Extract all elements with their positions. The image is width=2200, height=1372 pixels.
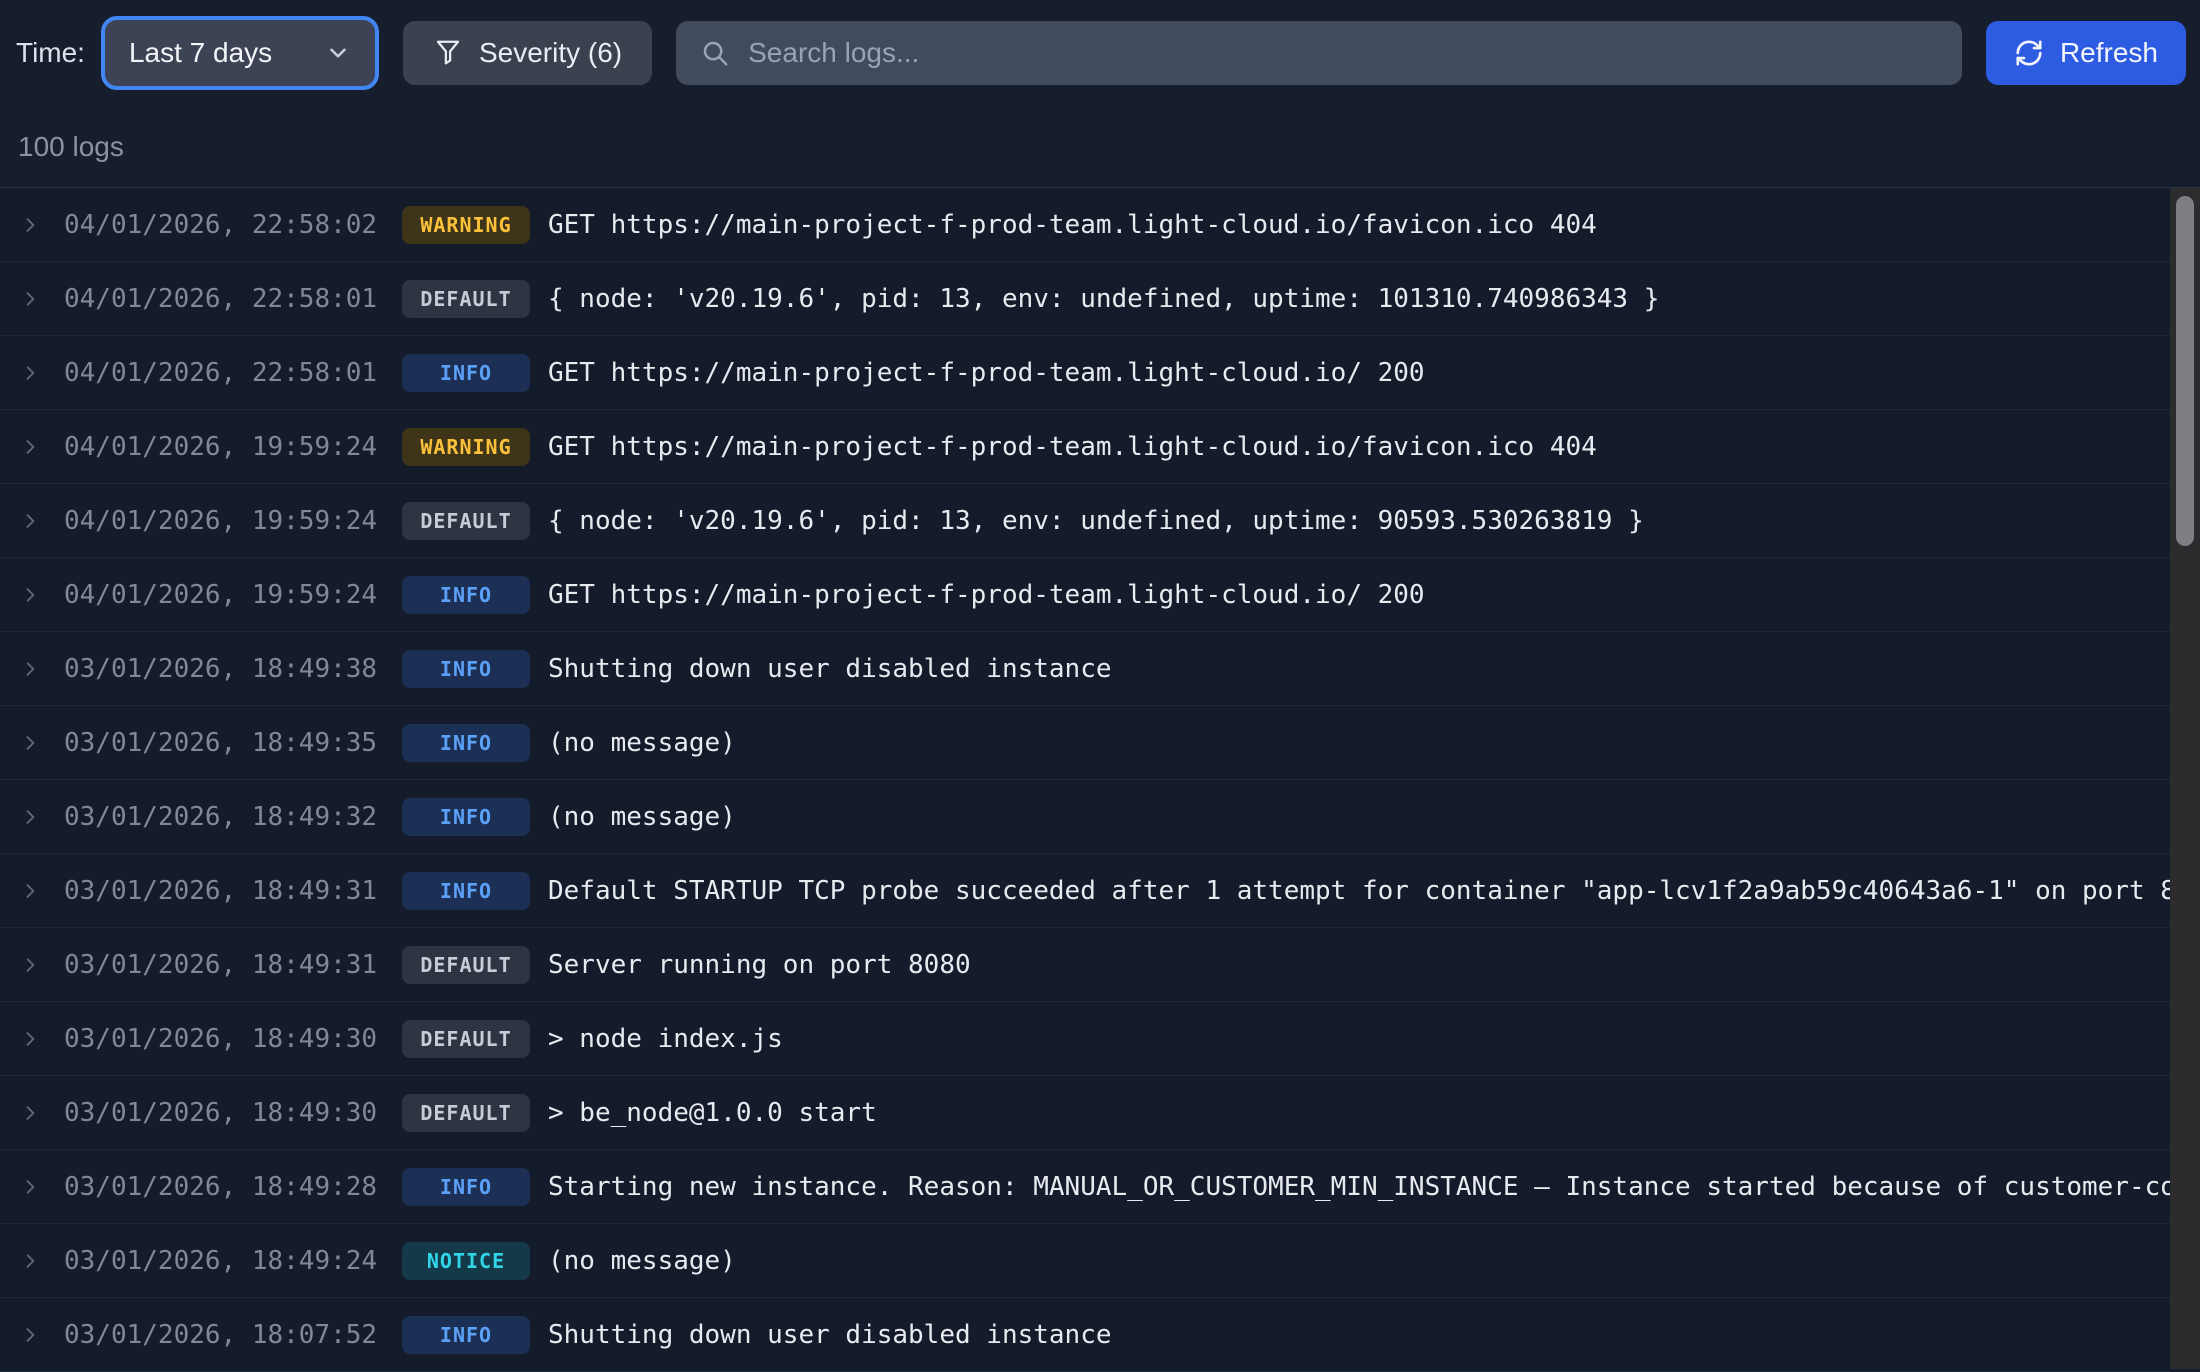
severity-badge: DEFAULT bbox=[402, 946, 530, 984]
search-box[interactable] bbox=[676, 21, 1962, 85]
log-message: (no message) bbox=[548, 728, 2170, 758]
log-timestamp: 03/01/2026, 18:49:31 bbox=[64, 950, 384, 980]
chevron-right-icon[interactable] bbox=[20, 1029, 40, 1049]
log-message: { node: 'v20.19.6', pid: 13, env: undefi… bbox=[548, 506, 2170, 536]
refresh-icon bbox=[2014, 38, 2044, 68]
log-row[interactable]: 03/01/2026, 18:49:31 DEFAULT Server runn… bbox=[0, 928, 2170, 1002]
log-message: Default STARTUP TCP probe succeeded afte… bbox=[548, 876, 2170, 906]
scrollbar[interactable] bbox=[2170, 188, 2200, 1369]
refresh-label: Refresh bbox=[2060, 37, 2158, 69]
log-row[interactable]: 03/01/2026, 18:49:35 INFO (no message) bbox=[0, 706, 2170, 780]
log-message: GET https://main-project-f-prod-team.lig… bbox=[548, 358, 2170, 388]
log-timestamp: 04/01/2026, 22:58:02 bbox=[64, 210, 384, 240]
log-message: GET https://main-project-f-prod-team.lig… bbox=[548, 580, 2170, 610]
severity-badge: INFO bbox=[402, 354, 530, 392]
log-timestamp: 04/01/2026, 19:59:24 bbox=[64, 432, 384, 462]
chevron-right-icon[interactable] bbox=[20, 363, 40, 383]
severity-badge: INFO bbox=[402, 798, 530, 836]
severity-badge: NOTICE bbox=[402, 1242, 530, 1280]
time-range-select[interactable]: Last 7 days bbox=[101, 16, 379, 90]
chevron-right-icon[interactable] bbox=[20, 807, 40, 827]
chevron-down-icon bbox=[325, 40, 351, 66]
log-timestamp: 04/01/2026, 22:58:01 bbox=[64, 284, 384, 314]
chevron-right-icon[interactable] bbox=[20, 437, 40, 457]
severity-badge: INFO bbox=[402, 872, 530, 910]
log-message: Shutting down user disabled instance bbox=[548, 654, 2170, 684]
severity-badge: INFO bbox=[402, 1168, 530, 1206]
severity-badge: INFO bbox=[402, 1316, 530, 1354]
log-row[interactable]: 03/01/2026, 18:49:32 INFO (no message) bbox=[0, 780, 2170, 854]
log-row[interactable]: 03/01/2026, 18:49:38 INFO Shutting down … bbox=[0, 632, 2170, 706]
severity-filter-label: Severity (6) bbox=[479, 37, 622, 69]
severity-badge: DEFAULT bbox=[402, 1094, 530, 1132]
time-range-value: Last 7 days bbox=[129, 37, 272, 69]
refresh-button[interactable]: Refresh bbox=[1986, 21, 2186, 85]
logs-count: 100 logs bbox=[0, 106, 2200, 188]
log-message: Server running on port 8080 bbox=[548, 950, 2170, 980]
log-message: (no message) bbox=[548, 1246, 2170, 1276]
log-timestamp: 04/01/2026, 22:58:01 bbox=[64, 358, 384, 388]
log-row[interactable]: 03/01/2026, 18:49:30 DEFAULT > node inde… bbox=[0, 1002, 2170, 1076]
log-timestamp: 03/01/2026, 18:49:38 bbox=[64, 654, 384, 684]
severity-badge: WARNING bbox=[402, 428, 530, 466]
severity-badge: INFO bbox=[402, 724, 530, 762]
severity-badge: WARNING bbox=[402, 206, 530, 244]
severity-badge: DEFAULT bbox=[402, 1020, 530, 1058]
log-message: Starting new instance. Reason: MANUAL_OR… bbox=[548, 1172, 2170, 1202]
toolbar: Time: Last 7 days Severity (6) Refresh bbox=[0, 0, 2200, 106]
log-row[interactable]: 03/01/2026, 18:07:52 INFO Shutting down … bbox=[0, 1298, 2170, 1372]
log-timestamp: 03/01/2026, 18:49:30 bbox=[64, 1098, 384, 1128]
log-row[interactable]: 03/01/2026, 18:49:24 NOTICE (no message) bbox=[0, 1224, 2170, 1298]
log-message: > be_node@1.0.0 start bbox=[548, 1098, 2170, 1128]
log-row[interactable]: 04/01/2026, 19:59:24 INFO GET https://ma… bbox=[0, 558, 2170, 632]
log-row[interactable]: 04/01/2026, 19:59:24 WARNING GET https:/… bbox=[0, 410, 2170, 484]
log-message: { node: 'v20.19.6', pid: 13, env: undefi… bbox=[548, 284, 2170, 314]
chevron-right-icon[interactable] bbox=[20, 733, 40, 753]
log-timestamp: 04/01/2026, 19:59:24 bbox=[64, 506, 384, 536]
log-timestamp: 03/01/2026, 18:49:30 bbox=[64, 1024, 384, 1054]
chevron-right-icon[interactable] bbox=[20, 215, 40, 235]
log-row[interactable]: 03/01/2026, 18:49:28 INFO Starting new i… bbox=[0, 1150, 2170, 1224]
filter-icon bbox=[433, 38, 463, 68]
chevron-right-icon[interactable] bbox=[20, 881, 40, 901]
severity-badge: INFO bbox=[402, 650, 530, 688]
log-timestamp: 03/01/2026, 18:49:32 bbox=[64, 802, 384, 832]
log-area: 04/01/2026, 22:58:02 WARNING GET https:/… bbox=[0, 188, 2200, 1369]
search-icon bbox=[700, 38, 730, 68]
log-message: (no message) bbox=[548, 802, 2170, 832]
log-row[interactable]: 04/01/2026, 22:58:01 INFO GET https://ma… bbox=[0, 336, 2170, 410]
chevron-right-icon[interactable] bbox=[20, 1177, 40, 1197]
log-timestamp: 03/01/2026, 18:49:28 bbox=[64, 1172, 384, 1202]
chevron-right-icon[interactable] bbox=[20, 659, 40, 679]
time-label: Time: bbox=[16, 37, 85, 69]
severity-badge: INFO bbox=[402, 576, 530, 614]
severity-filter-button[interactable]: Severity (6) bbox=[403, 21, 652, 85]
chevron-right-icon[interactable] bbox=[20, 1325, 40, 1345]
chevron-right-icon[interactable] bbox=[20, 511, 40, 531]
log-message: Shutting down user disabled instance bbox=[548, 1320, 2170, 1350]
log-list: 04/01/2026, 22:58:02 WARNING GET https:/… bbox=[0, 188, 2170, 1372]
chevron-right-icon[interactable] bbox=[20, 289, 40, 309]
log-timestamp: 03/01/2026, 18:07:52 bbox=[64, 1320, 384, 1350]
scrollbar-thumb[interactable] bbox=[2176, 196, 2194, 546]
log-message: > node index.js bbox=[548, 1024, 2170, 1054]
log-row[interactable]: 03/01/2026, 18:49:30 DEFAULT > be_node@1… bbox=[0, 1076, 2170, 1150]
log-row[interactable]: 04/01/2026, 19:59:24 DEFAULT { node: 'v2… bbox=[0, 484, 2170, 558]
severity-badge: DEFAULT bbox=[402, 280, 530, 318]
log-timestamp: 03/01/2026, 18:49:35 bbox=[64, 728, 384, 758]
log-row[interactable]: 03/01/2026, 18:49:31 INFO Default STARTU… bbox=[0, 854, 2170, 928]
log-timestamp: 03/01/2026, 18:49:24 bbox=[64, 1246, 384, 1276]
log-row[interactable]: 04/01/2026, 22:58:02 WARNING GET https:/… bbox=[0, 188, 2170, 262]
log-row[interactable]: 04/01/2026, 22:58:01 DEFAULT { node: 'v2… bbox=[0, 262, 2170, 336]
chevron-right-icon[interactable] bbox=[20, 1103, 40, 1123]
chevron-right-icon[interactable] bbox=[20, 955, 40, 975]
chevron-right-icon[interactable] bbox=[20, 585, 40, 605]
log-timestamp: 04/01/2026, 19:59:24 bbox=[64, 580, 384, 610]
search-input[interactable] bbox=[748, 37, 1938, 69]
severity-badge: DEFAULT bbox=[402, 502, 530, 540]
log-message: GET https://main-project-f-prod-team.lig… bbox=[548, 432, 2170, 462]
chevron-right-icon[interactable] bbox=[20, 1251, 40, 1271]
log-timestamp: 03/01/2026, 18:49:31 bbox=[64, 876, 384, 906]
log-message: GET https://main-project-f-prod-team.lig… bbox=[548, 210, 2170, 240]
